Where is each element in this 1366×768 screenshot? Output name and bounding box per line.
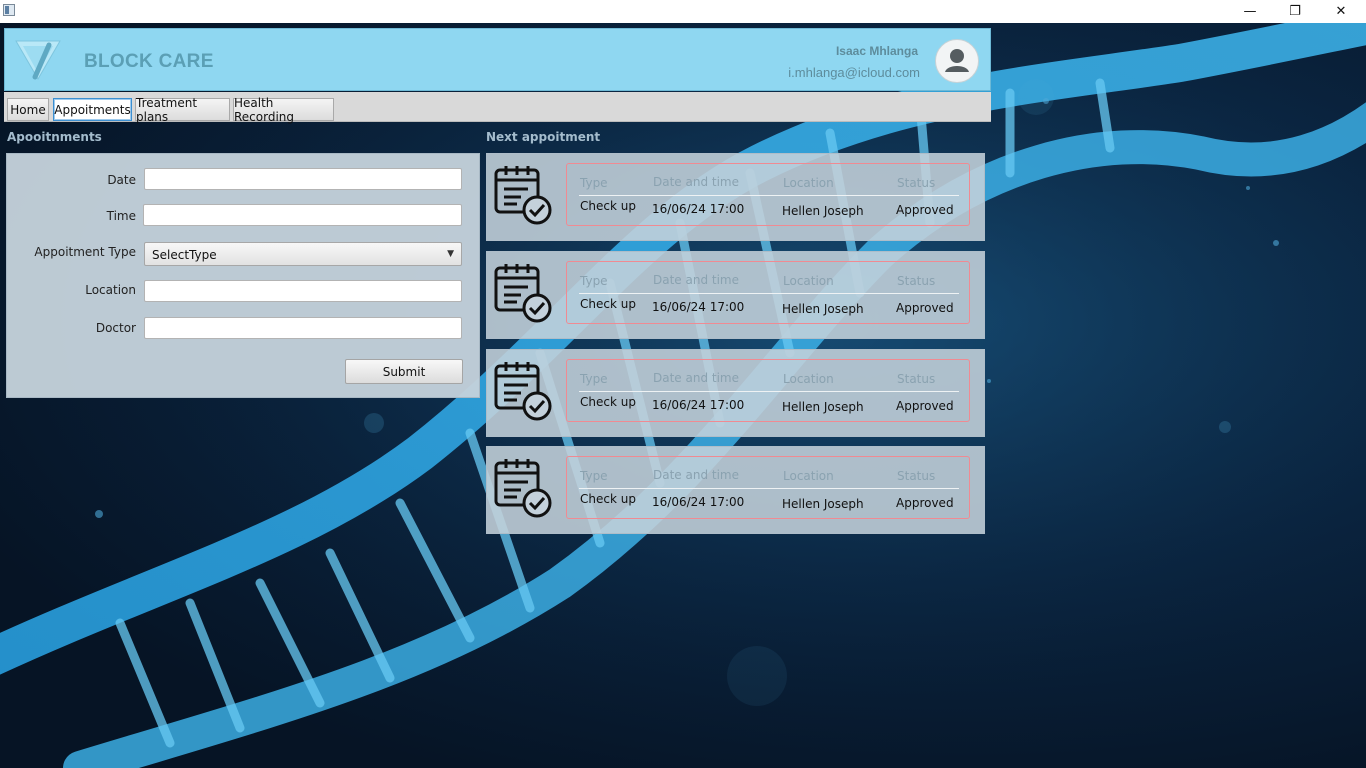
chevron-down-icon: ▼ (447, 249, 454, 259)
appointment-card: Type Date and time Location Status Check… (486, 153, 985, 241)
app-icon (3, 4, 15, 16)
datetime-column-header: Date and time (653, 371, 739, 385)
calendar-check-icon (494, 459, 552, 518)
datetime-column-header: Date and time (653, 273, 739, 287)
appointment-card: Type Date and time Location Status Check… (486, 251, 985, 339)
doctor-label: Doctor (95, 321, 136, 335)
close-button[interactable]: ✕ (1318, 0, 1364, 22)
appointments-section-title: Apooitnments (7, 130, 102, 144)
minimize-button[interactable]: — (1227, 0, 1273, 22)
calendar-check-icon (494, 166, 552, 225)
column-divider (579, 195, 959, 196)
appointment-location: Hellen Joseph (782, 302, 864, 316)
appointment-datetime: 16/06/24 17:00 (652, 202, 745, 216)
location-column-header: Location (783, 274, 834, 288)
appointment-type-select[interactable]: SelectType ▼ (144, 242, 462, 266)
appointment-location: Hellen Joseph (782, 400, 864, 414)
location-field[interactable] (144, 280, 462, 302)
app-header: BLOCK CARE Isaac Mhlanga i.mhlanga@iclou… (4, 28, 991, 91)
doctor-field[interactable] (144, 317, 462, 339)
tab-health-recording[interactable]: Health Recording (233, 96, 334, 124)
user-name: Isaac Mhlanga (835, 44, 918, 58)
appointment-form: Date Time Appoitment Type SelectType ▼ L… (6, 153, 480, 398)
time-label: Time (106, 209, 136, 223)
appointment-card: Type Date and time Location Status Check… (486, 446, 985, 534)
type-column-header: Type (580, 469, 608, 483)
status-column-header: Status (897, 372, 936, 386)
type-column-header: Type (580, 176, 608, 190)
appointment-status: Approved (896, 203, 954, 217)
appointment-details: Type Date and time Location Status Check… (566, 359, 970, 422)
tab-appointments[interactable]: Appoitments (53, 98, 132, 121)
appointment-status: Approved (896, 496, 954, 510)
next-appointment-section-title: Next appoitment (486, 130, 601, 144)
appointment-type: Check up (580, 297, 636, 311)
appointment-datetime: 16/06/24 17:00 (652, 495, 745, 509)
tab-bar: Home Appoitments Treatment plans Health … (4, 92, 991, 124)
datetime-column-header: Date and time (653, 175, 739, 189)
appointment-location: Hellen Joseph (782, 204, 864, 218)
calendar-check-icon (494, 362, 552, 421)
date-field[interactable] (144, 168, 462, 190)
type-column-header: Type (580, 274, 608, 288)
brand-title: BLOCK CARE (84, 51, 214, 72)
appointment-status: Approved (896, 301, 954, 315)
location-label: Location (85, 283, 136, 297)
date-label: Date (107, 173, 136, 187)
appointment-location: Hellen Joseph (782, 497, 864, 511)
appointment-type-value: SelectType (152, 248, 217, 262)
avatar[interactable] (935, 39, 979, 83)
window-titlebar: — ❐ ✕ (0, 0, 1366, 24)
status-column-header: Status (897, 176, 936, 190)
appointment-type: Check up (580, 199, 636, 213)
appointment-details: Type Date and time Location Status Check… (566, 456, 970, 519)
user-email: i.mhlanga@icloud.com (788, 65, 920, 80)
maximize-button[interactable]: ❐ (1272, 0, 1318, 22)
appointment-datetime: 16/06/24 17:00 (652, 398, 745, 412)
appointment-status: Approved (896, 399, 954, 413)
appointment-datetime: 16/06/24 17:00 (652, 300, 745, 314)
appointment-card: Type Date and time Location Status Check… (486, 349, 985, 437)
tab-home[interactable]: Home (7, 98, 49, 121)
user-avatar-icon (945, 49, 969, 72)
status-column-header: Status (897, 274, 936, 288)
appointment-type-label: Appoitment Type (34, 245, 136, 259)
calendar-check-icon (494, 264, 552, 323)
block-care-logo-icon (15, 40, 61, 80)
location-column-header: Location (783, 372, 834, 386)
appointment-details: Type Date and time Location Status Check… (566, 261, 970, 324)
type-column-header: Type (580, 372, 608, 386)
column-divider (579, 488, 959, 489)
location-column-header: Location (783, 176, 834, 190)
appointment-type: Check up (580, 492, 636, 506)
column-divider (579, 293, 959, 294)
time-field[interactable] (143, 204, 462, 226)
column-divider (579, 391, 959, 392)
datetime-column-header: Date and time (653, 468, 739, 482)
location-column-header: Location (783, 469, 834, 483)
submit-button[interactable]: Submit (345, 359, 463, 384)
tab-treatment-plans[interactable]: Treatment plans (135, 96, 230, 124)
status-column-header: Status (897, 469, 936, 483)
appointment-type: Check up (580, 395, 636, 409)
appointment-details: Type Date and time Location Status Check… (566, 163, 970, 226)
